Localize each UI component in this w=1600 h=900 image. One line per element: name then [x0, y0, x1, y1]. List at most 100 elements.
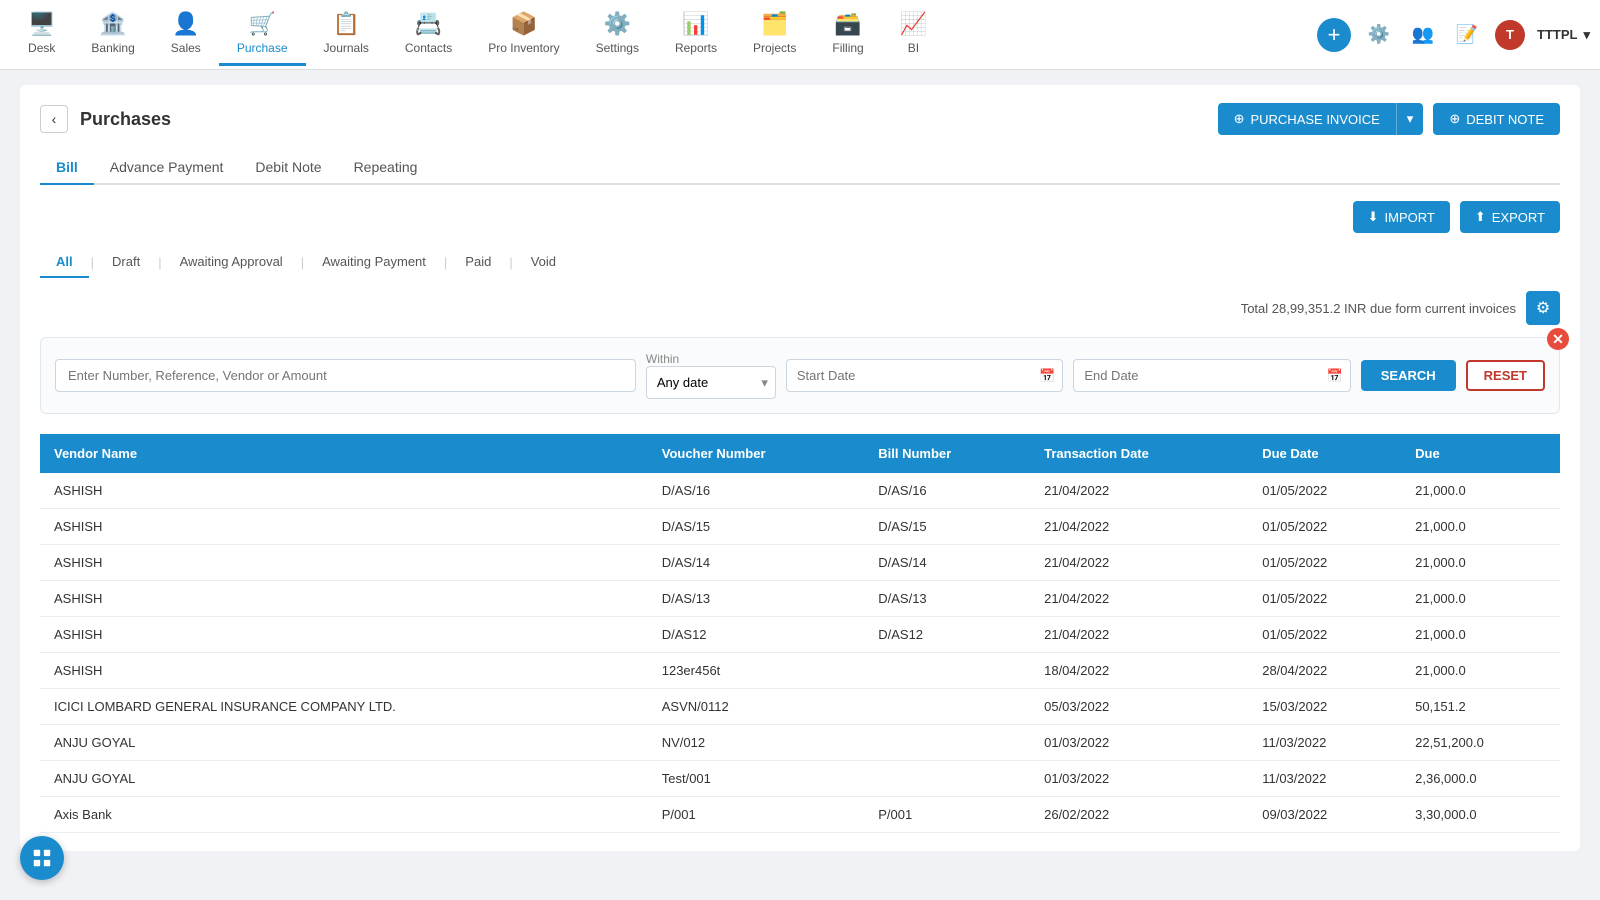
cell-voucher[interactable]: D/AS12 — [648, 617, 865, 653]
filter-void[interactable]: Void — [515, 247, 572, 278]
cell-vendor[interactable]: ASHISH — [40, 509, 648, 545]
tab-bill[interactable]: Bill — [40, 151, 94, 185]
filter-awaiting-approval[interactable]: Awaiting Approval — [164, 247, 299, 278]
import-button[interactable]: ⬇ IMPORT — [1353, 201, 1450, 233]
nav-label-bi: BI — [908, 41, 919, 55]
upload-icon: ⬆ — [1475, 209, 1486, 225]
cell-vendor[interactable]: ICICI LOMBARD GENERAL INSURANCE COMPANY … — [40, 689, 648, 725]
cell-vendor[interactable]: ASHISH — [40, 545, 648, 581]
bottom-app-button[interactable] — [20, 836, 64, 880]
nav-label-purchase: Purchase — [237, 41, 288, 55]
cell-bill[interactable] — [864, 653, 1030, 689]
cell-vendor[interactable]: ASHISH — [40, 473, 648, 509]
chevron-down-icon: ▾ — [1583, 27, 1590, 43]
contacts-icon: 📇 — [415, 11, 442, 37]
cell-vendor[interactable]: ASHISH — [40, 653, 648, 689]
cell-due-date: 11/03/2022 — [1248, 725, 1401, 761]
filter-all[interactable]: All — [40, 247, 89, 278]
company-name[interactable]: TTTPL ▾ — [1537, 27, 1590, 43]
debit-note-button[interactable]: ⊕ DEBIT NOTE — [1433, 103, 1560, 135]
cell-bill[interactable] — [864, 725, 1030, 761]
close-filter-button[interactable]: ✕ — [1547, 328, 1569, 350]
nav-item-pro-inventory[interactable]: 📦 Pro Inventory — [470, 3, 577, 66]
nav-item-settings[interactable]: ⚙️ Settings — [578, 3, 657, 66]
reset-button[interactable]: RESET — [1466, 360, 1545, 391]
nav-item-desk[interactable]: 🖥️ Desk — [10, 3, 73, 66]
end-date-input[interactable] — [1073, 359, 1350, 392]
cell-voucher[interactable]: 123er456t — [648, 653, 865, 689]
main-content: ‹ Purchases ⊕ PURCHASE INVOICE ▾ ⊕ DEBIT… — [0, 70, 1600, 900]
filter-draft[interactable]: Draft — [96, 247, 156, 278]
nav-item-reports[interactable]: 📊 Reports — [657, 3, 735, 66]
search-button[interactable]: SEARCH — [1361, 360, 1456, 391]
settings-gear-icon[interactable]: ⚙️ — [1363, 19, 1395, 51]
cell-bill[interactable]: D/AS/16 — [864, 473, 1030, 509]
cell-voucher[interactable]: D/AS/16 — [648, 473, 865, 509]
cell-bill[interactable] — [864, 689, 1030, 725]
table-row: Axis Bank P/001 P/001 26/02/2022 09/03/2… — [40, 797, 1560, 833]
nav-item-projects[interactable]: 🗂️ Projects — [735, 3, 814, 66]
cell-bill[interactable]: D/AS12 — [864, 617, 1030, 653]
search-input[interactable] — [55, 359, 636, 392]
nav-label-projects: Projects — [753, 41, 796, 55]
back-button[interactable]: ‹ — [40, 105, 68, 133]
cell-bill[interactable]: D/AS/13 — [864, 581, 1030, 617]
nav-item-filling[interactable]: 🗃️ Filling — [814, 3, 881, 66]
nav-item-bi[interactable]: 📈 BI — [882, 3, 945, 66]
nav-item-journals[interactable]: 📋 Journals — [306, 3, 387, 66]
purchase-icon: 🛒 — [248, 11, 275, 37]
filter-paid[interactable]: Paid — [449, 247, 507, 278]
cell-bill[interactable]: P/001 — [864, 797, 1030, 833]
pro-inventory-icon: 📦 — [510, 11, 537, 37]
cell-due-date: 28/04/2022 — [1248, 653, 1401, 689]
tab-repeating[interactable]: Repeating — [338, 151, 434, 185]
within-label: Within — [646, 352, 772, 366]
within-select[interactable]: Any date This week This month This year … — [646, 366, 776, 399]
banking-icon: 🏦 — [99, 11, 126, 37]
table-row: ANJU GOYAL Test/001 01/03/2022 11/03/202… — [40, 761, 1560, 797]
tab-debit-note[interactable]: Debit Note — [239, 151, 337, 185]
filter-awaiting-payment[interactable]: Awaiting Payment — [306, 247, 442, 278]
start-date-wrap: 📅 — [786, 359, 1063, 392]
users-icon[interactable]: 👥 — [1407, 19, 1439, 51]
cell-vendor[interactable]: ANJU GOYAL — [40, 761, 648, 797]
cell-due-date: 11/03/2022 — [1248, 761, 1401, 797]
nav-item-banking[interactable]: 🏦 Banking — [73, 3, 152, 66]
table-row: ASHISH D/AS12 D/AS12 21/04/2022 01/05/20… — [40, 617, 1560, 653]
cell-due: 50,151.2 — [1401, 689, 1560, 725]
nav-item-contacts[interactable]: 📇 Contacts — [387, 3, 470, 66]
cell-vendor[interactable]: ANJU GOYAL — [40, 725, 648, 761]
cell-voucher[interactable]: ASVN/0112 — [648, 689, 865, 725]
start-date-input[interactable] — [786, 359, 1063, 392]
header-actions: ⊕ PURCHASE INVOICE ▾ ⊕ DEBIT NOTE — [1218, 103, 1560, 135]
table-settings-button[interactable]: ⚙ — [1526, 291, 1560, 325]
cell-bill[interactable]: D/AS/15 — [864, 509, 1030, 545]
nav-item-purchase[interactable]: 🛒 Purchase — [219, 3, 306, 66]
sub-tabs: Bill Advance Payment Debit Note Repeatin… — [40, 151, 1560, 185]
cell-vendor[interactable]: ASHISH — [40, 581, 648, 617]
cell-bill[interactable] — [864, 761, 1030, 797]
calendar-icon: 📅 — [1039, 368, 1055, 384]
cell-vendor[interactable]: ASHISH — [40, 617, 648, 653]
cell-vendor[interactable]: Axis Bank — [40, 797, 648, 833]
purchase-invoice-button[interactable]: ⊕ PURCHASE INVOICE — [1218, 103, 1396, 135]
cell-voucher[interactable]: P/001 — [648, 797, 865, 833]
nav-item-sales[interactable]: 👤 Sales — [153, 3, 219, 66]
notes-icon[interactable]: 📝 — [1451, 19, 1483, 51]
download-icon: ⬇ — [1368, 209, 1379, 225]
company-avatar[interactable]: T — [1495, 20, 1525, 50]
table-row: ASHISH D/AS/15 D/AS/15 21/04/2022 01/05/… — [40, 509, 1560, 545]
cell-bill[interactable]: D/AS/14 — [864, 545, 1030, 581]
calendar-icon-2: 📅 — [1327, 368, 1343, 384]
cell-due-date: 15/03/2022 — [1248, 689, 1401, 725]
cell-voucher[interactable]: NV/012 — [648, 725, 865, 761]
cell-due: 21,000.0 — [1401, 617, 1560, 653]
export-button[interactable]: ⬆ EXPORT — [1460, 201, 1560, 233]
purchase-invoice-dropdown[interactable]: ▾ — [1396, 103, 1424, 135]
add-button[interactable]: + — [1317, 18, 1351, 52]
cell-voucher[interactable]: D/AS/15 — [648, 509, 865, 545]
cell-voucher[interactable]: D/AS/14 — [648, 545, 865, 581]
cell-voucher[interactable]: D/AS/13 — [648, 581, 865, 617]
cell-voucher[interactable]: Test/001 — [648, 761, 865, 797]
tab-advance-payment[interactable]: Advance Payment — [94, 151, 240, 185]
